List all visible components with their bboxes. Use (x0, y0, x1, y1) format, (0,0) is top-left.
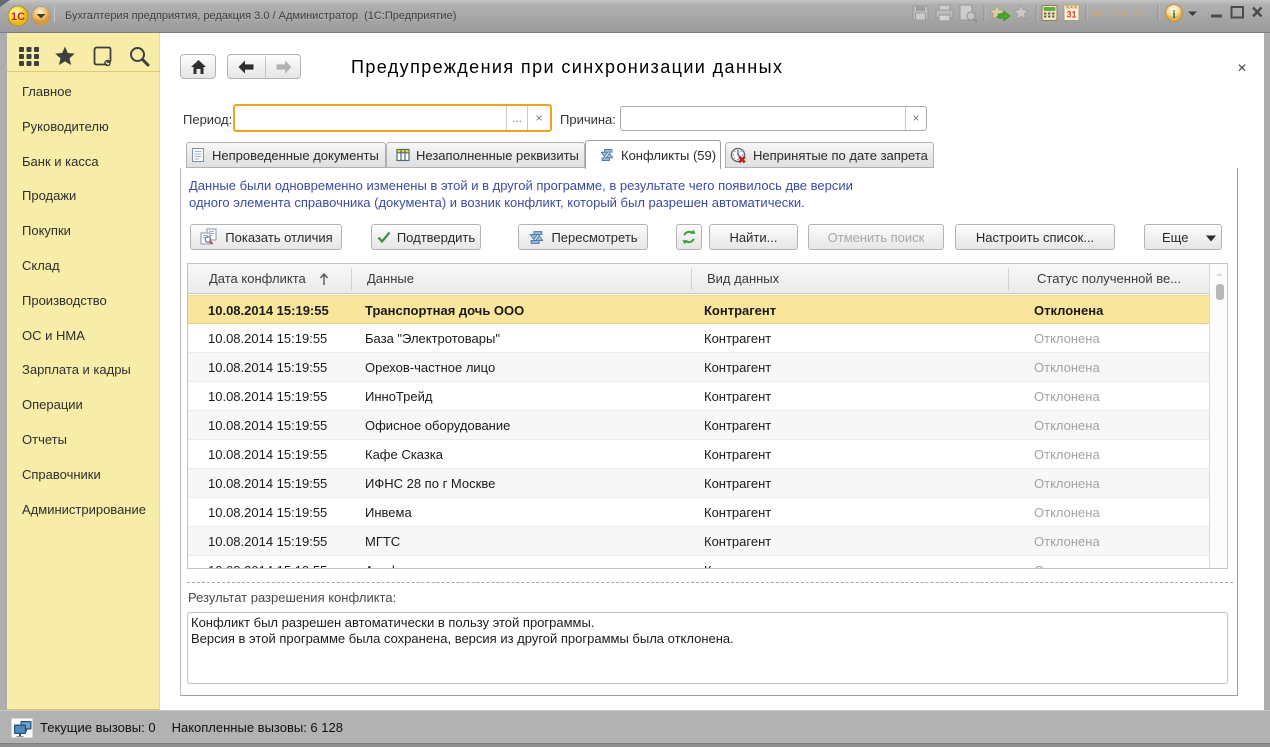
svg-text:31: 31 (1066, 10, 1076, 20)
svg-text:М+: М+ (1112, 8, 1128, 20)
svg-text:М: М (1093, 8, 1102, 20)
svg-text:1С: 1С (11, 11, 25, 23)
svg-text:М-: М- (1134, 8, 1147, 20)
